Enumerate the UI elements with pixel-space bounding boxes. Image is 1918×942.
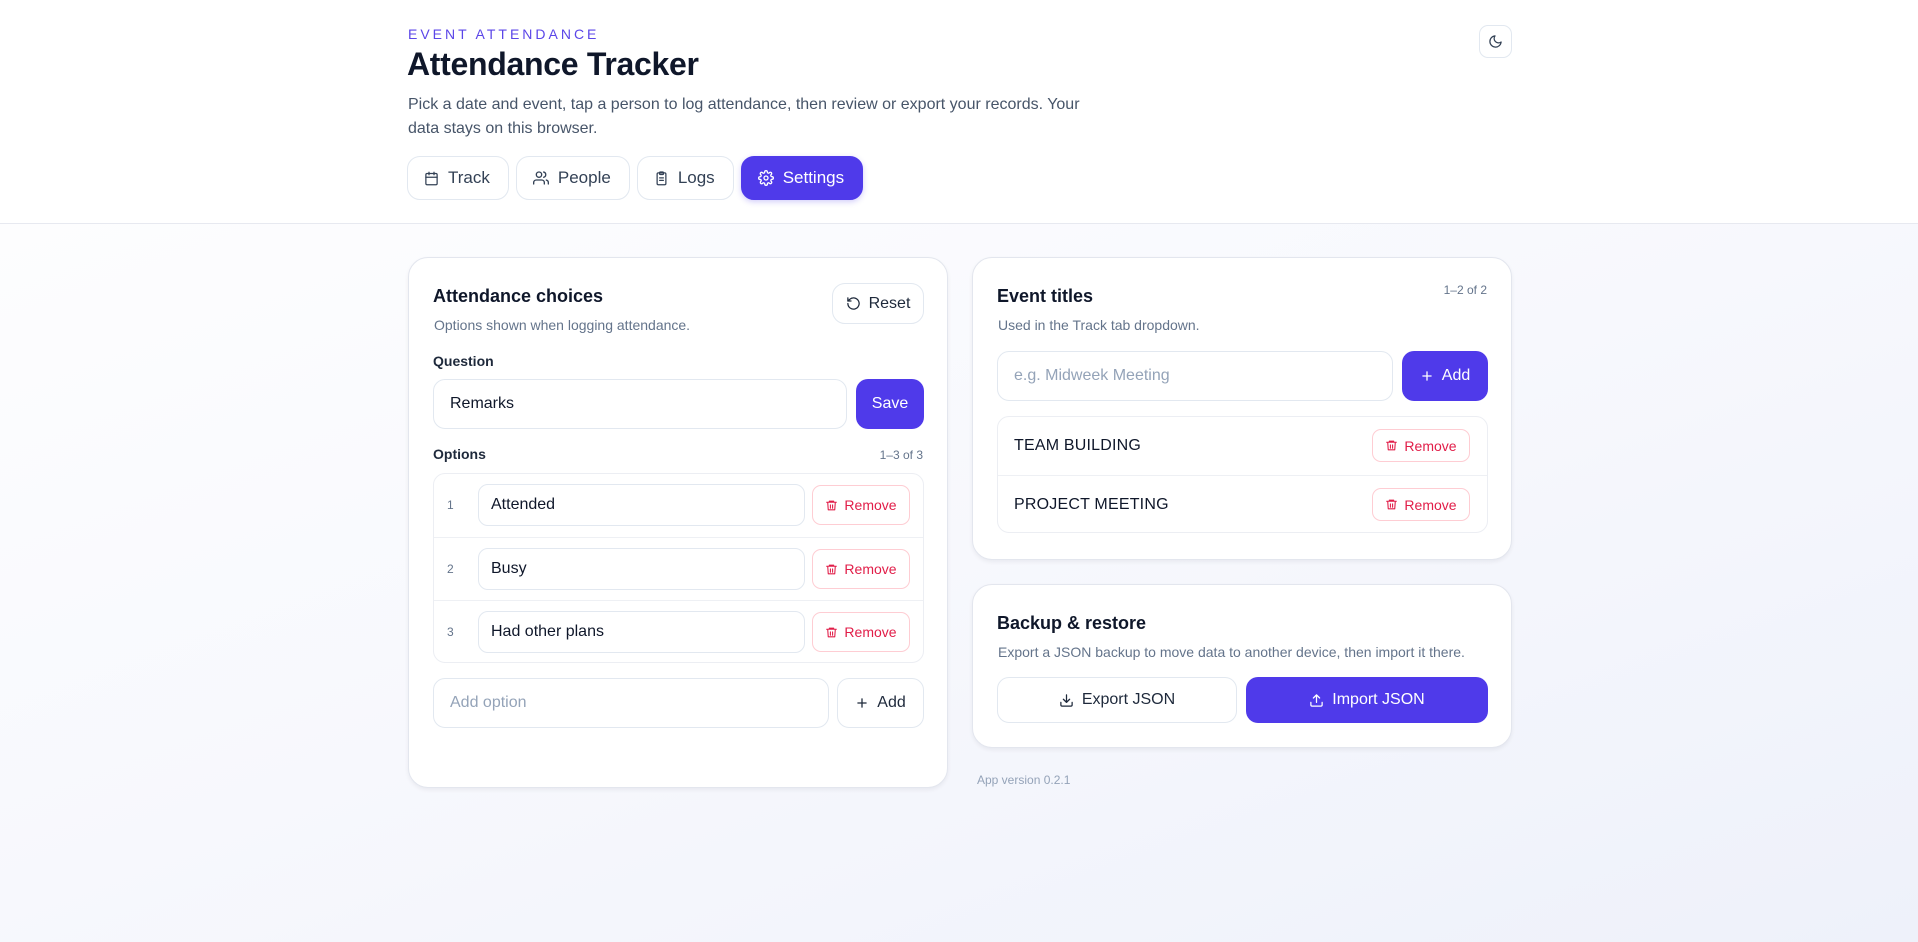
tab-label: Logs — [677, 168, 715, 187]
tab-label: Track — [448, 168, 490, 187]
options-label: Options — [433, 446, 486, 462]
add-event-button[interactable]: Add — [1402, 351, 1488, 401]
export-label: Export JSON — [1081, 691, 1176, 708]
attendance-choices-card: Attendance choices Options shown when lo… — [408, 257, 948, 788]
option-input[interactable]: Had other plans — [478, 611, 805, 653]
backup-card: Backup & restore Export a JSON backup to… — [972, 584, 1512, 748]
page-title: Attendance Tracker — [407, 46, 699, 82]
theme-toggle-button[interactable] — [1479, 25, 1512, 58]
remove-label: Remove — [844, 561, 897, 577]
remove-label: Remove — [1404, 437, 1457, 454]
export-json-button[interactable]: Export JSON — [997, 677, 1237, 723]
event-name: TEAM BUILDING — [1014, 437, 1142, 454]
list-item: 3 Had other plans Remove — [434, 600, 923, 663]
tab-people[interactable]: People — [515, 156, 630, 200]
option-input[interactable]: Busy — [478, 548, 805, 590]
tab-track[interactable]: Track — [407, 156, 509, 200]
eyebrow-label: EVENT ATTENDANCE — [408, 26, 600, 42]
options-list: 1 Attended Remove 2 Busy Remove 3 Had ot… — [433, 473, 924, 663]
option-number: 1 — [447, 498, 454, 512]
card-title: Attendance choices — [433, 286, 604, 306]
tab-label: Settings — [782, 168, 845, 187]
card-title: Backup & restore — [997, 613, 1147, 633]
calendar-icon — [424, 171, 439, 186]
trash-icon — [1385, 439, 1398, 452]
event-name: PROJECT MEETING — [1014, 496, 1169, 513]
remove-label: Remove — [844, 497, 897, 513]
remove-event-button[interactable]: Remove — [1372, 429, 1470, 462]
option-number: 3 — [447, 625, 454, 639]
plus-icon — [1420, 369, 1434, 383]
list-item: 2 Busy Remove — [434, 537, 923, 600]
tab-settings[interactable]: Settings — [740, 156, 864, 200]
app-version: App version 0.2.1 — [977, 773, 1071, 787]
list-item: TEAM BUILDING Remove — [998, 417, 1487, 475]
add-label: Add — [877, 694, 906, 711]
upload-icon — [1309, 693, 1324, 708]
add-label: Add — [1441, 367, 1471, 384]
remove-option-button[interactable]: Remove — [812, 549, 910, 589]
moon-icon — [1488, 34, 1503, 49]
tab-logs[interactable]: Logs — [636, 156, 734, 200]
import-json-button[interactable]: Import JSON — [1246, 677, 1488, 723]
option-number: 2 — [447, 562, 454, 576]
remove-label: Remove — [1404, 496, 1457, 513]
option-input[interactable]: Attended — [478, 484, 805, 526]
page-subtitle: Pick a date and event, tap a person to l… — [408, 96, 1080, 137]
download-icon — [1059, 693, 1074, 708]
plus-icon — [855, 696, 869, 710]
import-label: Import JSON — [1332, 691, 1425, 708]
reset-icon — [846, 296, 861, 311]
remove-label: Remove — [844, 624, 897, 640]
question-label: Question — [433, 353, 494, 369]
clipboard-icon — [654, 170, 669, 186]
trash-icon — [825, 499, 838, 512]
list-item: PROJECT MEETING Remove — [998, 475, 1487, 533]
card-subtitle: Used in the Track tab dropdown. — [998, 317, 1200, 333]
list-item: 1 Attended Remove — [434, 474, 923, 537]
reset-button[interactable]: Reset — [832, 283, 924, 324]
add-option-button[interactable]: Add — [837, 678, 924, 728]
card-title: Event titles — [997, 286, 1094, 306]
tab-label: People — [557, 168, 611, 187]
gear-icon — [757, 170, 774, 186]
trash-icon — [825, 626, 838, 639]
trash-icon — [825, 563, 838, 576]
users-icon — [532, 170, 549, 186]
remove-option-button[interactable]: Remove — [812, 485, 910, 525]
save-button[interactable]: Save — [856, 379, 924, 429]
remove-event-button[interactable]: Remove — [1372, 488, 1470, 521]
event-titles-card: Event titles Used in the Track tab dropd… — [972, 257, 1512, 560]
add-option-input[interactable]: Add option — [433, 678, 829, 728]
card-subtitle: Export a JSON backup to move data to ano… — [998, 644, 1465, 660]
events-count: 1–2 of 2 — [1443, 283, 1487, 297]
page-header: EVENT ATTENDANCE Attendance Tracker Pick… — [0, 0, 1918, 224]
remove-option-button[interactable]: Remove — [812, 612, 910, 652]
question-input[interactable]: Remarks — [433, 379, 847, 429]
options-count: 1–3 of 3 — [879, 448, 923, 462]
event-list: TEAM BUILDING Remove PROJECT MEETING Rem… — [997, 416, 1488, 533]
event-title-input[interactable]: e.g. Midweek Meeting — [997, 351, 1393, 401]
tab-bar: Track People Logs Settings — [407, 156, 864, 200]
card-subtitle: Options shown when logging attendance. — [434, 317, 691, 333]
trash-icon — [1385, 498, 1398, 511]
reset-label: Reset — [868, 294, 911, 312]
